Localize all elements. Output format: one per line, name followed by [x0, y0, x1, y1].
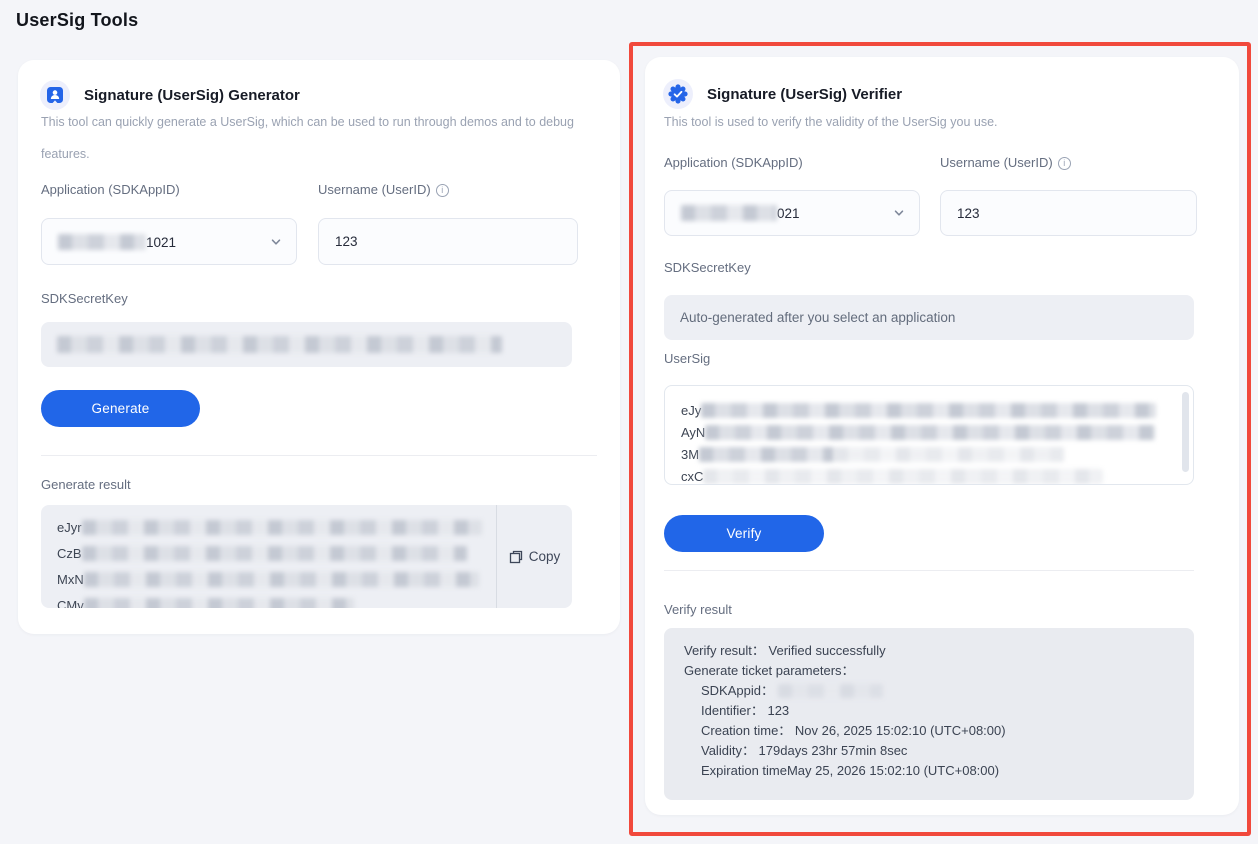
- usersig-line: eJy: [681, 400, 1179, 422]
- verify-result-line: Creation time： Nov 26, 2025 15:02:10 (UT…: [684, 721, 1174, 741]
- generator-app-label: Application (SDKAppID): [41, 182, 180, 198]
- redacted-app-id: [681, 205, 777, 221]
- verify-button[interactable]: Verify: [664, 515, 824, 552]
- generator-username-field[interactable]: 123: [318, 218, 578, 265]
- generator-application-select[interactable]: 1021: [41, 218, 297, 265]
- verify-result-line: Identifier： 123: [684, 701, 1174, 721]
- verifier-header: Signature (UserSig) Verifier: [663, 79, 902, 109]
- result-line: eJyr: [57, 515, 496, 541]
- result-line: CzB: [57, 541, 496, 567]
- chevron-down-icon: [893, 207, 905, 219]
- result-line: CMv: [57, 593, 496, 608]
- verify-result-box: Verify result： Verified successfully Gen…: [664, 628, 1194, 800]
- app-id-suffix: 1021: [146, 235, 176, 250]
- generate-result-box: eJyr CzB MxN CMv Copy: [41, 505, 572, 608]
- secretkey-placeholder: Auto-generated after you select an appli…: [680, 310, 955, 325]
- generate-result-text: eJyr CzB MxN CMv: [41, 505, 496, 608]
- redacted-sdkappid: [778, 684, 883, 698]
- verifier-user-label: Username (UserID) i: [940, 155, 1071, 171]
- info-icon[interactable]: i: [1058, 157, 1071, 170]
- redacted-secret-key: [57, 336, 502, 353]
- copy-label: Copy: [529, 549, 561, 564]
- usersig-line: cxC: [681, 466, 1179, 485]
- verify-result-line: Verify result： Verified successfully: [684, 641, 1174, 661]
- scrollbar-thumb[interactable]: [1182, 392, 1189, 472]
- username-value: 123: [957, 206, 980, 221]
- verifier-username-field[interactable]: 123: [940, 190, 1197, 236]
- usersig-line: 3M: [681, 444, 1179, 466]
- verifier-badge-icon: [663, 79, 693, 109]
- generator-description: This tool can quickly generate a UserSig…: [41, 106, 589, 170]
- verifier-application-select[interactable]: 021: [664, 190, 920, 236]
- generator-title: Signature (UserSig) Generator: [84, 87, 300, 104]
- generator-secretkey-field: [41, 322, 572, 367]
- generator-secret-label: SDKSecretKey: [41, 291, 128, 307]
- app-id-suffix: 021: [777, 206, 800, 221]
- copy-icon: [509, 550, 523, 564]
- verify-result-line: Generate ticket parameters：: [684, 661, 1174, 681]
- generate-result-label: Generate result: [41, 477, 131, 493]
- verify-result-label: Verify result: [664, 602, 732, 618]
- verifier-secretkey-field: Auto-generated after you select an appli…: [664, 295, 1194, 340]
- result-line: MxN: [57, 567, 496, 593]
- verify-result-line: SDKAppid：: [684, 681, 1174, 701]
- generator-user-label: Username (UserID) i: [318, 182, 449, 198]
- copy-button[interactable]: Copy: [496, 505, 572, 608]
- verifier-description: This tool is used to verify the validity…: [664, 114, 998, 130]
- usersig-textarea[interactable]: eJy AyN 3M cxC: [664, 385, 1194, 485]
- verify-result-line: Validity： 179days 23hr 57min 8sec: [684, 741, 1174, 761]
- verifier-secret-label: SDKSecretKey: [664, 260, 751, 276]
- page-title: UserSig Tools: [16, 10, 138, 31]
- verifier-app-label: Application (SDKAppID): [664, 155, 803, 171]
- chevron-down-icon: [270, 236, 282, 248]
- redacted-app-id: [58, 234, 146, 250]
- username-value: 123: [335, 234, 358, 249]
- verify-result-line: Expiration timeMay 25, 2026 15:02:10 (UT…: [684, 761, 1174, 781]
- usersig-label: UserSig: [664, 351, 710, 367]
- usersig-line: AyN: [681, 422, 1179, 444]
- divider: [41, 455, 597, 456]
- generator-card: Signature (UserSig) Generator This tool …: [18, 60, 620, 634]
- generate-button[interactable]: Generate: [41, 390, 200, 427]
- divider: [664, 570, 1194, 571]
- verifier-title: Signature (UserSig) Verifier: [707, 86, 902, 103]
- info-icon[interactable]: i: [436, 184, 449, 197]
- verifier-card: Signature (UserSig) Verifier This tool i…: [645, 57, 1239, 815]
